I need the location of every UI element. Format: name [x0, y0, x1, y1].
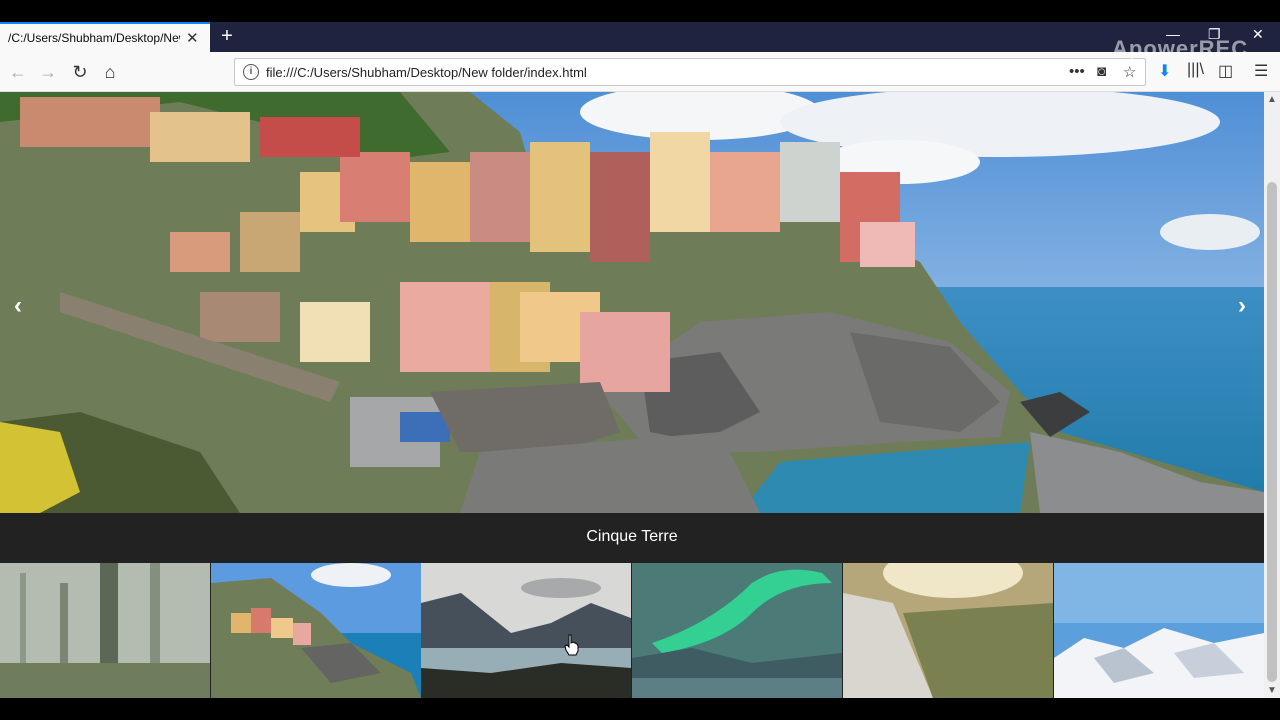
- slide-image: ‹ ›: [0, 92, 1264, 513]
- thumbnail-forest[interactable]: [0, 563, 210, 698]
- snowy-mountains-photo: [1054, 563, 1264, 698]
- close-window-button[interactable]: ✕: [1252, 26, 1264, 43]
- more-icon[interactable]: •••: [1069, 63, 1085, 80]
- thumbnail-mountains[interactable]: [421, 563, 631, 698]
- tab-close-icon[interactable]: ✕: [186, 29, 199, 47]
- forest-photo: [0, 563, 210, 698]
- screen-top-border: [0, 0, 1280, 22]
- new-tab-button[interactable]: +: [216, 25, 238, 47]
- thumbnail-row: [0, 563, 1264, 698]
- slide-caption: Cinque Terre: [586, 528, 678, 545]
- menu-icon[interactable]: ☰: [1254, 61, 1268, 81]
- scroll-thumb[interactable]: [1267, 182, 1277, 682]
- back-icon[interactable]: ←: [6, 60, 30, 84]
- prev-arrow-icon[interactable]: ‹: [14, 292, 22, 320]
- thumbnail-northern-lights[interactable]: [632, 563, 842, 698]
- info-icon[interactable]: i: [243, 64, 259, 80]
- caption-bar: Cinque Terre: [0, 513, 1264, 563]
- scroll-up-icon[interactable]: ▲: [1267, 94, 1277, 105]
- tab-strip: /C:/Users/Shubham/Desktop/New folder/ind…: [0, 22, 1280, 52]
- northern-lights-photo: [632, 563, 842, 698]
- forward-icon[interactable]: →: [36, 60, 60, 84]
- page-content: ‹ › Cinque Terre: [0, 92, 1264, 698]
- navigation-toolbar: ← → ↻ ⌂ i file:///C:/Users/Shubham/Deskt…: [0, 52, 1280, 92]
- thumbnail-waterfall-valley[interactable]: [843, 563, 1053, 698]
- waterfall-valley-photo: [843, 563, 1053, 698]
- vertical-scrollbar[interactable]: ▲ ▼: [1264, 92, 1280, 698]
- thumbnail-cinque-terre[interactable]: [211, 563, 421, 698]
- cinque-terre-photo: [0, 92, 1264, 513]
- next-arrow-icon[interactable]: ›: [1238, 292, 1246, 320]
- home-icon[interactable]: ⌂: [98, 60, 122, 84]
- reload-icon[interactable]: ↻: [68, 60, 92, 84]
- url-bar[interactable]: i file:///C:/Users/Shubham/Desktop/New f…: [234, 58, 1146, 86]
- sidebar-icon[interactable]: ◫: [1218, 61, 1233, 81]
- download-icon[interactable]: ⬇: [1158, 61, 1171, 81]
- browser-tab[interactable]: /C:/Users/Shubham/Desktop/New folder/ind…: [0, 22, 210, 52]
- tab-title: /C:/Users/Shubham/Desktop/New folder/ind…: [8, 31, 180, 45]
- bookmark-star-icon[interactable]: ☆: [1123, 63, 1136, 81]
- library-icon[interactable]: |||\: [1187, 61, 1204, 79]
- scroll-down-icon[interactable]: ▼: [1267, 685, 1277, 696]
- mountains-photo: [421, 563, 631, 698]
- pocket-icon[interactable]: ◙: [1097, 63, 1106, 80]
- screen-bottom-border: [0, 698, 1280, 720]
- thumbnail-snowy-mountains[interactable]: [1054, 563, 1264, 698]
- url-text[interactable]: file:///C:/Users/Shubham/Desktop/New fol…: [266, 65, 587, 80]
- hand-cursor-icon: [564, 634, 579, 656]
- cinque-terre-thumb-photo: [211, 563, 421, 698]
- watermark: ApowerREC: [1112, 36, 1249, 61]
